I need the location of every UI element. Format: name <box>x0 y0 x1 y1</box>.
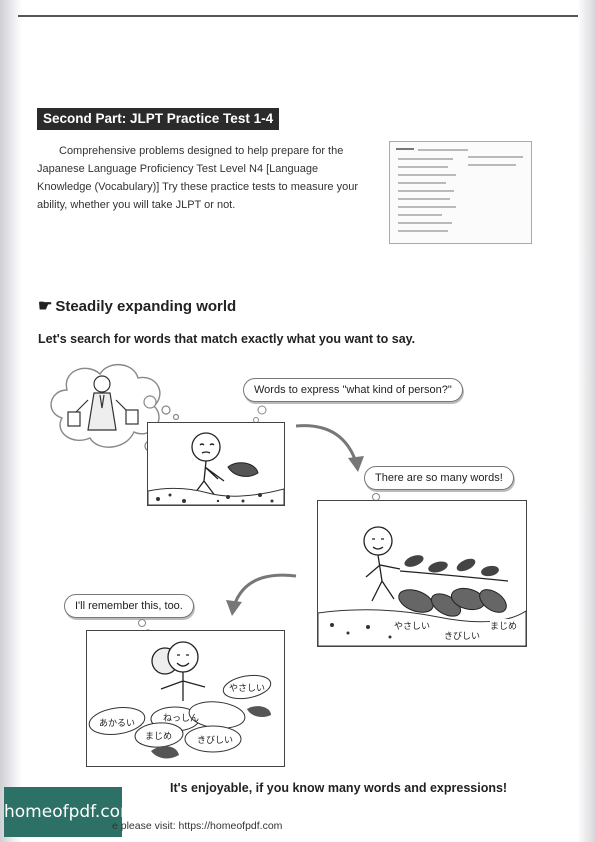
intro-paragraph: Comprehensive problems designed to help … <box>37 145 358 211</box>
speech-bubble-3: I'll remember this, too. <box>64 594 194 618</box>
panel-3-word-2: あかるい <box>99 718 136 728</box>
comic-panel-1 <box>147 422 285 506</box>
happy-figure-illustration <box>88 641 272 759</box>
panel-2-word-3: まじめ <box>490 619 518 632</box>
panel-3-word-1: やさしい <box>229 683 266 693</box>
thought-dots <box>143 395 180 421</box>
top-rule <box>18 15 578 17</box>
visit-link-text[interactable]: e please visit: https://homeofpdf.com <box>112 820 282 832</box>
page-edge-shadow <box>577 0 595 842</box>
curved-arrow-2 <box>226 573 297 616</box>
practice-test-thumbnail <box>389 141 532 244</box>
comic-panel-3: やさしい あかるい ねっしん まじめ きびしい <box>86 630 285 767</box>
panel-3-word-4: まじめ <box>145 731 173 741</box>
panel-2-word-2: きびしい <box>444 629 481 642</box>
digging-figure-illustration <box>148 432 284 505</box>
page-gutter-shadow <box>0 0 22 842</box>
curved-arrow-1 <box>295 424 364 472</box>
pointing-hand-icon: ☛ <box>38 298 53 315</box>
section-heading: Second Part: JLPT Practice Test 1-4 <box>37 108 280 130</box>
speech-bubble-2: There are so many words! <box>364 466 514 490</box>
feature-title: ☛ Steadily expanding world <box>38 298 237 315</box>
panel-2-word-1: やさしい <box>394 619 431 632</box>
homeofpdf-logo[interactable]: homeofpdf.com <box>4 787 137 837</box>
speech-bubble-1: Words to express "what kind of person?" <box>243 378 463 402</box>
feature-lead: Let's search for words that match exactl… <box>38 332 416 346</box>
closing-statement: It's enjoyable, if you know many words a… <box>170 781 508 795</box>
panel-3-word-5: きびしい <box>197 735 234 745</box>
panel-3-word-3: ねっしん <box>163 713 200 723</box>
comic-panel-2: やさしい きびしい まじめ <box>317 500 527 647</box>
